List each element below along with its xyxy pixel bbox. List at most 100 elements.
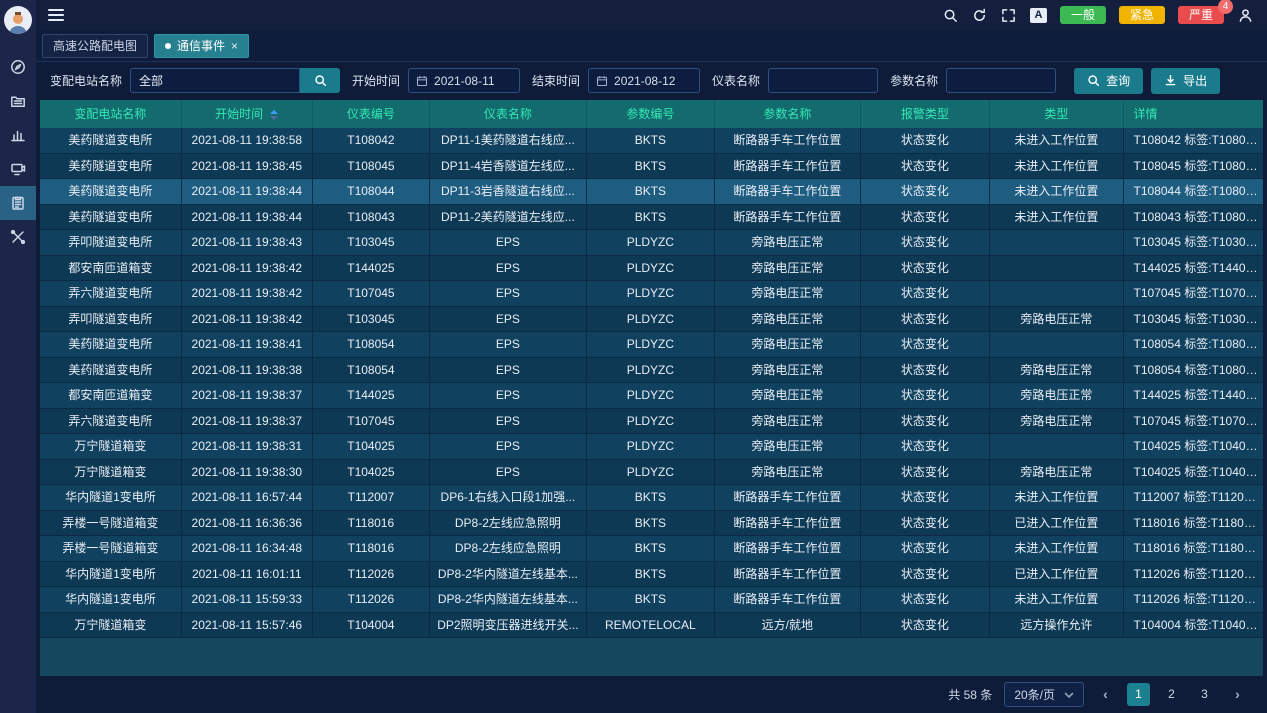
- table-cell: T103045 标签:T103045 ...: [1124, 307, 1263, 333]
- table-cell: T104004 标签:T104004 ...: [1124, 613, 1263, 639]
- table-row[interactable]: 弄六隧道变电所2021-08-11 19:38:42T107045EPSPLDY…: [40, 281, 1263, 307]
- table-row[interactable]: 弄楼一号隧道箱变2021-08-11 16:36:36T118016DP8-2左…: [40, 511, 1263, 537]
- search-icon: [314, 74, 327, 87]
- page-button-1[interactable]: 1: [1127, 683, 1150, 706]
- sidebar-item-tools[interactable]: [0, 220, 36, 254]
- table-row[interactable]: 都安南匝道箱变2021-08-11 19:38:42T144025EPSPLDY…: [40, 256, 1263, 282]
- page-button-3[interactable]: 3: [1193, 683, 1216, 706]
- table-cell: EPS: [430, 256, 587, 282]
- page-button-2[interactable]: 2: [1160, 683, 1183, 706]
- table-cell: T112007: [313, 485, 430, 511]
- table-cell: T144025 标签:T144025 ...: [1124, 256, 1263, 282]
- avatar[interactable]: [4, 6, 32, 34]
- table-cell: 断路器手车工作位置: [715, 205, 861, 231]
- table-row[interactable]: 弄叩隧道变电所2021-08-11 19:38:42T103045EPSPLDY…: [40, 307, 1263, 333]
- table-cell: T108044 标签:T108044 ...: [1124, 179, 1263, 205]
- col-start-time-label: 开始时间: [215, 107, 263, 121]
- table-cell: 状态变化: [861, 230, 991, 256]
- table-row[interactable]: 弄六隧道变电所2021-08-11 19:38:37T107045EPSPLDY…: [40, 409, 1263, 435]
- sidebar-item-overview[interactable]: [0, 50, 36, 84]
- sidebar-item-statistics[interactable]: [0, 118, 36, 152]
- tools-icon: [10, 229, 26, 245]
- table-row[interactable]: 华内隧道1变电所2021-08-11 16:01:11T112026DP8-2华…: [40, 562, 1263, 588]
- table-cell: PLDYZC: [587, 307, 715, 333]
- table-cell: PLDYZC: [587, 332, 715, 358]
- table-cell: T103045: [313, 307, 430, 333]
- fullscreen-icon[interactable]: [1001, 7, 1017, 23]
- table-cell: 弄叩隧道变电所: [40, 230, 182, 256]
- table-row[interactable]: 万宁隧道箱变2021-08-11 15:57:46T104004DP2照明变压器…: [40, 613, 1263, 639]
- col-start-time[interactable]: 开始时间: [182, 100, 313, 128]
- start-date-picker[interactable]: 2021-08-11: [408, 68, 520, 93]
- table-row[interactable]: 美药隧道变电所2021-08-11 19:38:45T108045DP11-4岩…: [40, 154, 1263, 180]
- table-cell: T108054 标签:T108054 ...: [1124, 332, 1263, 358]
- refresh-icon[interactable]: [972, 7, 988, 23]
- table-row[interactable]: 美药隧道变电所2021-08-11 19:38:38T108054EPSPLDY…: [40, 358, 1263, 384]
- table-row[interactable]: 美药隧道变电所2021-08-11 19:38:44T108044DP11-3岩…: [40, 179, 1263, 205]
- table-cell: 美药隧道变电所: [40, 128, 182, 154]
- table-row[interactable]: 美药隧道变电所2021-08-11 19:38:41T108054EPSPLDY…: [40, 332, 1263, 358]
- table-row[interactable]: 华内隧道1变电所2021-08-11 16:57:44T112007DP6-1右…: [40, 485, 1263, 511]
- alarm-badge-urgent[interactable]: 紧急: [1119, 6, 1165, 24]
- table-cell: T108045 标签:T108045 ...: [1124, 154, 1263, 180]
- table-cell: PLDYZC: [587, 256, 715, 282]
- end-date-picker[interactable]: 2021-08-12: [588, 68, 700, 93]
- table-cell: T144025: [313, 383, 430, 409]
- tab-comm-events[interactable]: 通信事件 ×: [154, 34, 249, 58]
- search-icon[interactable]: [943, 7, 959, 23]
- user-icon[interactable]: [1237, 7, 1253, 23]
- table-cell: 断路器手车工作位置: [715, 511, 861, 537]
- table-row[interactable]: 都安南匝道箱变2021-08-11 19:38:37T144025EPSPLDY…: [40, 383, 1263, 409]
- table-cell: 状态变化: [861, 154, 991, 180]
- table-cell: 弄楼一号隧道箱变: [40, 536, 182, 562]
- sort-icon[interactable]: [270, 110, 278, 120]
- tab-power-diagram[interactable]: 高速公路配电图: [42, 34, 148, 58]
- total-count-label: 共 58 条: [948, 686, 992, 703]
- col-alarm-type: 报警类型: [861, 100, 991, 128]
- calendar-icon: [596, 75, 608, 87]
- station-search-button[interactable]: [300, 68, 340, 93]
- param-name-input[interactable]: [946, 68, 1056, 93]
- query-button-label: 查询: [1106, 72, 1130, 89]
- sidebar-item-events[interactable]: [0, 186, 36, 220]
- table-cell: 2021-08-11 19:38:41: [182, 332, 313, 358]
- table-cell: 弄六隧道变电所: [40, 409, 182, 435]
- table-cell: 华内隧道1变电所: [40, 587, 182, 613]
- meter-name-input[interactable]: [768, 68, 878, 93]
- table-cell: 旁路电压正常: [715, 281, 861, 307]
- table-cell: BKTS: [587, 587, 715, 613]
- font-icon[interactable]: A: [1030, 8, 1047, 23]
- table-row[interactable]: 华内隧道1变电所2021-08-11 15:59:33T112026DP8-2华…: [40, 587, 1263, 613]
- prev-page-button[interactable]: ‹: [1094, 683, 1117, 706]
- table-row[interactable]: 万宁隧道箱变2021-08-11 19:38:31T104025EPSPLDYZ…: [40, 434, 1263, 460]
- alarm-badge-severe[interactable]: 严重 4: [1178, 6, 1224, 24]
- sidebar-item-monitor[interactable]: [0, 152, 36, 186]
- table-row[interactable]: 弄楼一号隧道箱变2021-08-11 16:34:48T118016DP8-2左…: [40, 536, 1263, 562]
- table-cell: PLDYZC: [587, 358, 715, 384]
- page-size-select[interactable]: 20条/页: [1004, 682, 1084, 707]
- tab-close-icon[interactable]: ×: [231, 39, 238, 53]
- next-page-button[interactable]: ›: [1226, 683, 1249, 706]
- table-row[interactable]: 美药隧道变电所2021-08-11 19:38:44T108043DP11-2美…: [40, 205, 1263, 231]
- table-row[interactable]: 美药隧道变电所2021-08-11 19:38:58T108042DP11-1美…: [40, 128, 1263, 154]
- table-cell: DP11-3岩香隧道右线应...: [430, 179, 587, 205]
- table-row[interactable]: 弄叩隧道变电所2021-08-11 19:38:43T103045EPSPLDY…: [40, 230, 1263, 256]
- table-cell: 状态变化: [861, 281, 991, 307]
- table-cell: 状态变化: [861, 434, 991, 460]
- table-row[interactable]: 万宁隧道箱变2021-08-11 19:38:30T104025EPSPLDYZ…: [40, 460, 1263, 486]
- query-button[interactable]: 查询: [1074, 68, 1143, 94]
- menu-toggle-icon[interactable]: [48, 6, 64, 24]
- table-cell: 状态变化: [861, 587, 991, 613]
- export-button[interactable]: 导出: [1151, 68, 1220, 94]
- table-cell: 2021-08-11 16:34:48: [182, 536, 313, 562]
- calendar-icon: [416, 75, 428, 87]
- station-input[interactable]: [130, 68, 300, 93]
- table-cell: EPS: [430, 332, 587, 358]
- table-cell: PLDYZC: [587, 409, 715, 435]
- sidebar-item-files[interactable]: [0, 84, 36, 118]
- table-cell: DP8-2华内隧道左线基本...: [430, 562, 587, 588]
- table-cell: T108043: [313, 205, 430, 231]
- alarm-badge-general[interactable]: 一般: [1060, 6, 1106, 24]
- table-cell: T118016: [313, 536, 430, 562]
- table-cell: 2021-08-11 15:57:46: [182, 613, 313, 639]
